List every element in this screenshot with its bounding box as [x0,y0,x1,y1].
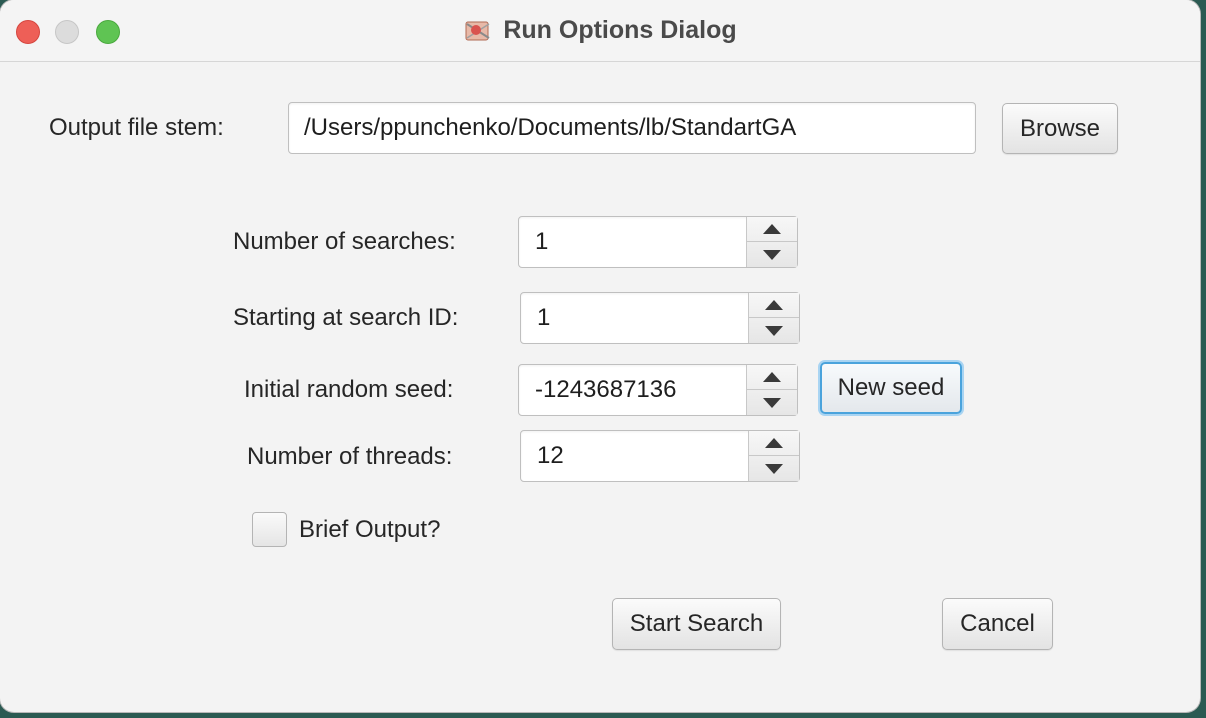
start-search-button[interactable]: Start Search [612,598,781,650]
decrement-button[interactable] [749,318,799,343]
cancel-button[interactable]: Cancel [942,598,1053,650]
spinner-arrows [746,365,797,415]
spinner-arrows [748,431,799,481]
arrow-up-icon [763,224,781,234]
app-icon [463,16,493,46]
brief-output-checkbox[interactable] [252,512,287,547]
spinner-arrows [746,217,797,267]
increment-button[interactable] [747,365,797,390]
number-of-searches-value: 1 [535,228,549,255]
number-of-threads-value: 12 [537,442,564,469]
output-file-stem-label: Output file stem: [49,114,224,141]
arrow-down-icon [763,249,781,260]
initial-random-seed-value: -1243687136 [535,376,677,403]
window-title: Run Options Dialog [503,16,737,44]
arrow-down-icon [765,325,783,336]
starting-search-id-label: Starting at search ID: [233,304,459,331]
run-options-window: Run Options Dialog Output file stem: /Us… [0,0,1200,712]
increment-button[interactable] [749,293,799,318]
increment-button[interactable] [749,431,799,456]
starting-search-id-value: 1 [537,304,551,331]
output-file-stem-value: /Users/ppunchenko/Documents/lb/StandartG… [304,114,797,141]
number-of-searches-spinner[interactable]: 1 [518,216,798,268]
title-bar[interactable]: Run Options Dialog [0,0,1200,62]
arrow-up-icon [763,372,781,382]
initial-random-seed-label: Initial random seed: [244,376,454,403]
initial-random-seed-spinner[interactable]: -1243687136 [518,364,798,416]
number-of-threads-spinner[interactable]: 12 [520,430,800,482]
decrement-button[interactable] [747,242,797,267]
increment-button[interactable] [747,217,797,242]
arrow-down-icon [763,397,781,408]
number-of-searches-label: Number of searches: [233,228,456,255]
decrement-button[interactable] [747,390,797,415]
decrement-button[interactable] [749,456,799,481]
arrow-up-icon [765,300,783,310]
spinner-arrows [748,293,799,343]
browse-button[interactable]: Browse [1002,103,1118,154]
window-title-group: Run Options Dialog [0,0,1200,61]
starting-search-id-spinner[interactable]: 1 [520,292,800,344]
new-seed-button[interactable]: New seed [820,362,962,414]
number-of-threads-label: Number of threads: [247,443,453,470]
arrow-down-icon [765,463,783,474]
brief-output-label[interactable]: Brief Output? [299,515,440,545]
output-file-stem-input[interactable]: /Users/ppunchenko/Documents/lb/StandartG… [288,102,976,154]
arrow-up-icon [765,438,783,448]
